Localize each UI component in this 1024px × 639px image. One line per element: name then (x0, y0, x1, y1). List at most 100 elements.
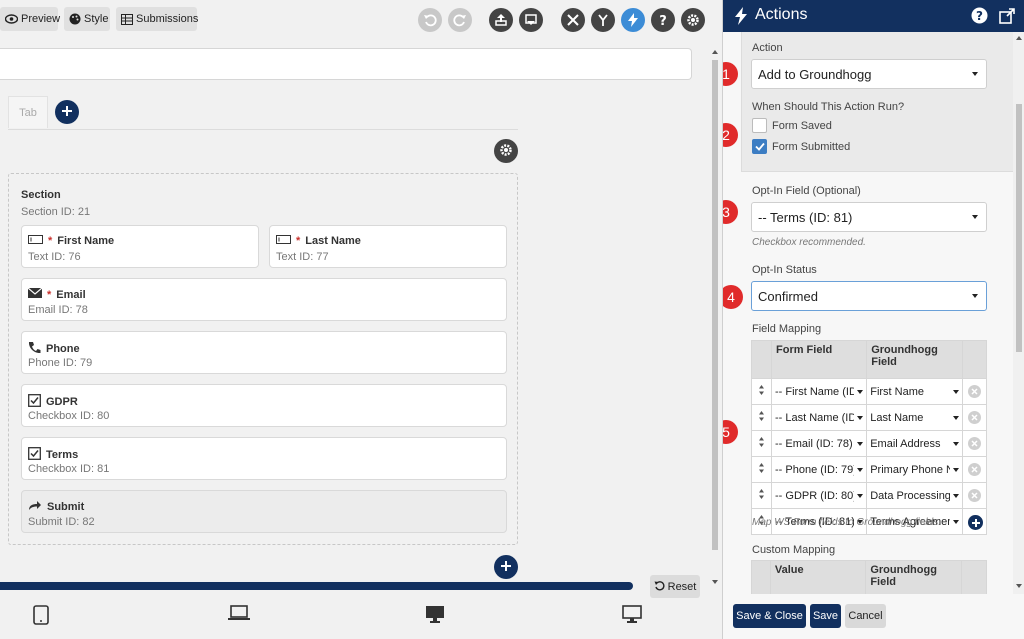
add-section-button[interactable] (494, 555, 518, 579)
groundhogg-field-header: Groundhogg Field (865, 560, 963, 594)
help-button[interactable]: ? (651, 8, 675, 32)
form-field-select[interactable]: -- Last Name (ID: (770, 404, 868, 431)
field-last-name[interactable]: * Last Name Text ID: 77 (269, 225, 507, 268)
groundhogg-field-select-value: First Name (870, 385, 924, 398)
close-icon (968, 489, 982, 502)
field-mapping-table: Form Field Groundhogg Field -- First Name… (751, 340, 987, 535)
reset-button[interactable]: Reset (650, 575, 700, 598)
desktop-icon[interactable] (425, 605, 445, 626)
form-saved-label: Form Saved (772, 120, 832, 132)
drag-handle-icon[interactable] (751, 456, 772, 483)
close-icon (968, 463, 982, 476)
groundhogg-field-select[interactable]: First Name (866, 378, 964, 405)
drag-handle-icon[interactable] (751, 482, 772, 509)
mapping-row: -- First Name (ID: First Name (751, 378, 987, 405)
field-id: Submit ID: 82 (28, 516, 95, 528)
groundhogg-field-select[interactable]: Last Name (866, 404, 964, 431)
redo-button[interactable] (448, 8, 472, 32)
field-id: Checkbox ID: 80 (28, 410, 110, 422)
tab-1[interactable]: Tab (8, 96, 48, 128)
step-badge-4: 4 (723, 285, 743, 309)
envelope-icon (27, 287, 43, 301)
preview-label: Preview (21, 13, 61, 25)
mapping-row: -- Phone (ID: 79) Primary Phone Nu (751, 456, 987, 483)
checkbox-icon (28, 394, 41, 410)
laptop-icon[interactable] (228, 605, 250, 624)
form-submitted-checkbox[interactable] (752, 139, 767, 154)
groundhogg-field-select-value: Last Name (870, 411, 924, 424)
preview-button[interactable]: Preview (0, 7, 61, 31)
section-settings-button[interactable] (494, 139, 518, 163)
save-close-button[interactable]: Save & Close (733, 604, 806, 628)
palette-icon (69, 13, 81, 25)
field-label: Last Name (305, 235, 361, 247)
reset-icon (654, 580, 665, 594)
remove-row-button[interactable] (962, 456, 987, 483)
groundhogg-field-select[interactable]: Data Processing C (866, 482, 964, 509)
download-button[interactable] (519, 8, 543, 32)
form-field-select[interactable]: -- Email (ID: 78) (770, 430, 868, 457)
chevron-down-icon (857, 493, 864, 498)
actions-button[interactable] (621, 8, 645, 32)
groundhogg-field-select-value: Primary Phone Nu (870, 463, 961, 476)
text-field-icon (28, 235, 43, 247)
remove-row-button[interactable] (962, 404, 987, 431)
help-icon[interactable]: ? (971, 7, 988, 27)
field-gdpr[interactable]: GDPR Checkbox ID: 80 (21, 384, 507, 427)
submissions-button[interactable]: Submissions (116, 7, 198, 31)
action-select[interactable]: Add to Groundhogg (751, 59, 987, 89)
remove-row-button[interactable] (962, 378, 987, 405)
column-width-bar[interactable] (0, 582, 633, 590)
upload-button[interactable] (489, 8, 513, 32)
form-field-select[interactable]: -- GDPR (ID: 80) (770, 482, 868, 509)
optin-field-select[interactable]: -- Terms (ID: 81) (751, 202, 987, 232)
settings-button[interactable] (681, 8, 705, 32)
add-tab-button[interactable] (55, 100, 79, 124)
form-section[interactable]: Section Section ID: 21 * First Name Text… (8, 173, 518, 545)
add-mapping-button[interactable] (968, 515, 983, 530)
field-terms[interactable]: Terms Checkbox ID: 81 (21, 437, 507, 480)
optin-status-select[interactable]: Confirmed (751, 281, 987, 311)
undo-button[interactable] (418, 8, 442, 32)
field-submit[interactable]: Submit Submit ID: 82 (21, 490, 507, 533)
remove-row-button[interactable] (962, 482, 987, 509)
drag-handle-icon[interactable] (751, 404, 772, 431)
style-button[interactable]: Style (64, 7, 110, 31)
chevron-down-icon (953, 441, 960, 446)
question-icon: ? (657, 13, 669, 27)
conditional-logic-button[interactable] (591, 8, 615, 32)
field-mapping-label: Field Mapping (752, 323, 822, 335)
drag-handle-icon[interactable] (751, 378, 772, 405)
chevron-down-icon (857, 389, 864, 394)
cancel-button[interactable]: Cancel (845, 604, 886, 628)
large-desktop-icon[interactable] (622, 605, 642, 626)
field-first-name[interactable]: * First Name Text ID: 76 (21, 225, 259, 268)
tab-divider (8, 129, 518, 130)
action-value: Add to Groundhogg (758, 66, 872, 82)
form-field-select[interactable]: -- Phone (ID: 79) (770, 456, 868, 483)
tablet-icon[interactable] (33, 605, 49, 628)
form-field-select[interactable]: -- First Name (ID: (770, 378, 868, 405)
builder-scrollbar[interactable] (710, 44, 720, 590)
field-label: Email (56, 288, 86, 301)
handle-header (751, 560, 771, 594)
form-saved-checkbox[interactable] (752, 118, 767, 133)
required-marker: * (48, 235, 53, 247)
field-phone[interactable]: Phone Phone ID: 79 (21, 331, 507, 374)
field-email[interactable]: * Email Email ID: 78 (21, 278, 507, 321)
remove-row-button[interactable] (962, 430, 987, 457)
groundhogg-field-select[interactable]: Primary Phone Nu (866, 456, 964, 483)
save-button[interactable]: Save (810, 604, 841, 628)
expand-icon[interactable] (999, 7, 1016, 27)
value-header: Value (769, 560, 867, 594)
panel-scrollbar[interactable] (1013, 32, 1024, 594)
tools-button[interactable] (561, 8, 585, 32)
drag-handle-icon[interactable] (751, 430, 772, 457)
close-icon (968, 411, 982, 424)
step-badge-3: 3 (723, 200, 738, 224)
chevron-down-icon (857, 415, 864, 420)
section-id: Section ID: 21 (21, 206, 91, 218)
groundhogg-field-select[interactable]: Email Address (866, 430, 964, 457)
field-label: Submit (47, 501, 85, 513)
form-title-input[interactable] (0, 48, 692, 80)
